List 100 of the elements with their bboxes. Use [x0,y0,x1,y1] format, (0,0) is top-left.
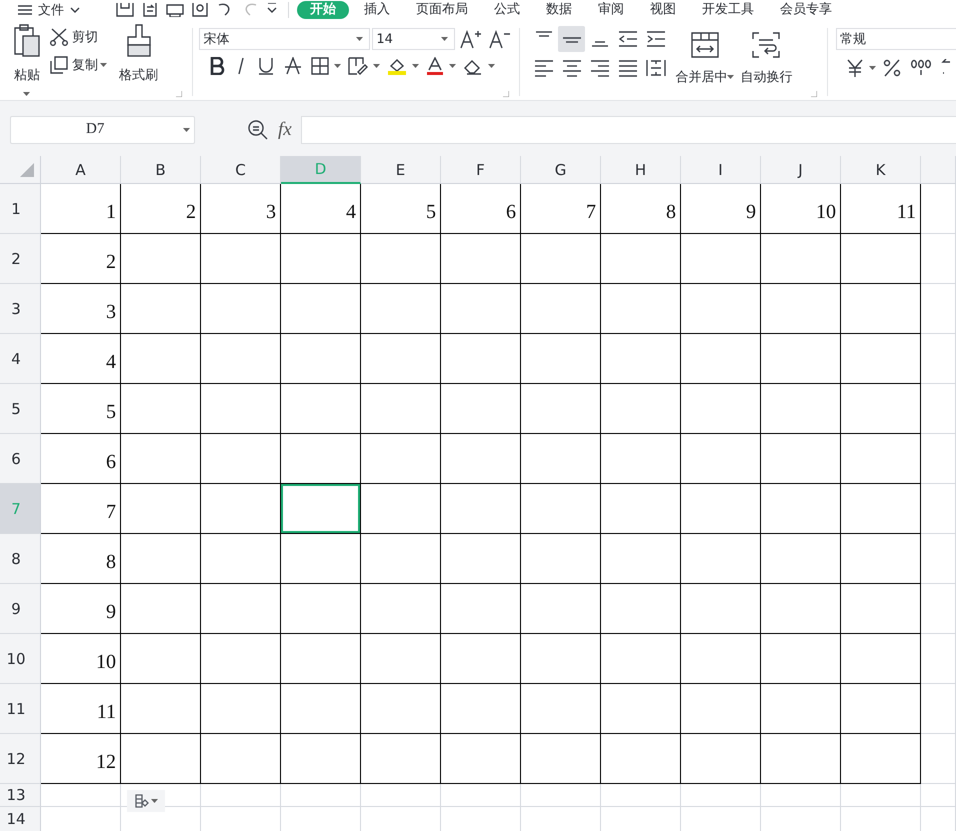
underline-icon[interactable] [257,57,276,75]
export-icon[interactable] [141,2,159,16]
save-icon[interactable] [116,2,134,16]
menu-tab[interactable]: 会员专享 [771,0,841,18]
table-cell: 5 [361,184,441,234]
table-cell: 12 [41,734,121,784]
formula-input[interactable] [300,116,956,144]
currency-icon[interactable] [846,59,864,77]
caret-icon[interactable] [100,63,107,67]
row-header[interactable]: 6 [0,434,41,484]
table-cell: 4 [281,184,361,234]
table-cell: 11 [841,184,921,234]
row-header[interactable]: 13 [0,784,41,807]
column-header[interactable]: F [441,156,521,184]
column-header[interactable]: C [201,156,281,184]
wrap-text-button[interactable]: 自动换行 [740,22,792,100]
table-cell: 3 [201,184,281,234]
column-header[interactable]: I [681,156,761,184]
row-header[interactable]: 14 [0,807,41,831]
dialog-launcher-icon[interactable] [503,91,510,97]
menu-icon [18,4,32,14]
row-header[interactable]: 5 [0,384,41,434]
fill-color-icon[interactable] [387,57,408,75]
dialog-launcher-icon[interactable] [811,91,818,97]
column-header[interactable]: G [521,156,601,184]
menu-tab[interactable]: 视图 [641,0,685,18]
decrease-font-icon[interactable] [489,29,512,49]
table-brush-icon [134,794,148,808]
row-header[interactable]: 8 [0,534,41,584]
percent-icon[interactable] [883,59,901,77]
merge-center-button[interactable]: 合并居中 [675,22,734,100]
menu-tab[interactable]: 开发工具 [693,0,763,18]
borders-icon[interactable] [311,57,330,75]
caret-icon[interactable] [22,92,30,96]
paste-options-button[interactable] [127,790,165,812]
column-header[interactable]: K [841,156,921,184]
caret-icon[interactable] [373,64,380,68]
table-cell: 8 [41,534,121,584]
strikethrough-icon[interactable] [284,57,302,75]
caret-icon[interactable] [441,37,448,41]
dialog-launcher-icon[interactable] [176,91,182,97]
column-header[interactable]: A [41,156,121,184]
bold-icon[interactable] [209,57,226,75]
caret-icon[interactable] [150,799,158,803]
row-header[interactable]: 12 [0,734,41,784]
caret-icon[interactable] [412,64,420,68]
table-cell: 11 [41,684,121,734]
column-header[interactable]: H [601,156,681,184]
caret-icon[interactable] [334,64,342,68]
table-cell: 8 [601,184,681,234]
clipboard-icon [12,24,42,58]
font-size-dropdown[interactable]: 14 [372,28,456,50]
row-header[interactable]: 3 [0,284,41,334]
table-cell: 6 [41,434,121,484]
table-cell: 10 [761,184,841,234]
row-header[interactable]: 9 [0,584,41,634]
row-header[interactable]: 1 [0,184,41,234]
caret-icon[interactable] [869,66,876,70]
format-painter-button[interactable]: 格式刷 [119,22,158,100]
function-button[interactable]: fx [278,118,292,140]
row-header[interactable]: 4 [0,334,41,384]
caret-icon[interactable] [449,64,456,68]
menu-tab[interactable]: 公式 [485,0,529,18]
table-cell: 9 [681,184,761,234]
name-box[interactable]: D7 [10,116,195,144]
table-cell: 6 [441,184,521,234]
caret-icon[interactable] [183,128,190,132]
paste-button[interactable]: 粘贴 [12,22,42,100]
table-cell: 2 [121,184,201,234]
menu-tab[interactable]: 插入 [355,0,399,18]
row-header[interactable]: 10 [0,634,41,684]
menu-tab[interactable]: 审阅 [589,0,633,18]
thousands-separator-icon[interactable] [910,59,932,77]
table-cell: 1 [41,184,121,234]
table-cell: 2 [41,234,121,284]
column-header[interactable]: E [361,156,441,184]
row-header[interactable]: 11 [0,684,41,734]
caret-icon[interactable] [488,64,496,68]
row-header[interactable]: 2 [0,234,41,284]
font-name-dropdown[interactable]: 宋体 [199,28,370,50]
column-header[interactable]: B [121,156,201,184]
number-format-dropdown[interactable]: 常规 [836,28,956,50]
print-icon[interactable] [166,2,184,16]
print-preview-icon[interactable] [191,2,209,16]
increase-font-icon[interactable] [460,29,482,49]
merge-cells-icon [690,32,720,58]
cut-button[interactable]: 剪切 [50,28,107,46]
menu-tab[interactable]: 数据 [537,0,581,18]
copy-button[interactable]: 复制 [50,56,107,74]
column-header[interactable]: J [761,156,841,184]
caret-icon[interactable] [356,37,364,41]
active-cell[interactable] [281,484,361,534]
file-menu-button[interactable]: 文件 [18,0,100,18]
font-color-icon[interactable] [426,57,444,75]
align-middle-icon[interactable] [558,26,586,52]
caret-icon[interactable] [727,75,734,79]
cell-format-icon[interactable] [348,57,368,75]
scissors-icon [50,28,68,46]
zoom-icon[interactable] [247,118,269,140]
menu-tab[interactable]: 页面布局 [407,0,477,18]
